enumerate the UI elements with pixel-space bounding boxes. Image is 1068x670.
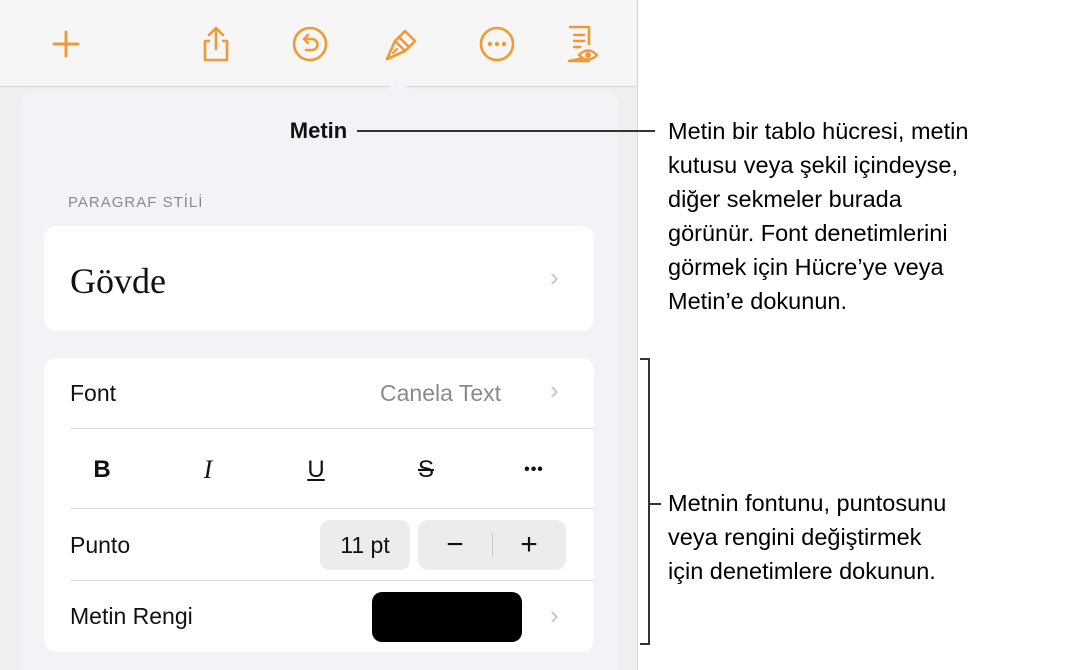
paintbrush-icon <box>385 29 417 61</box>
undo-button[interactable] <box>288 22 332 66</box>
divider <box>70 580 594 581</box>
bold-button[interactable]: B <box>72 450 132 490</box>
more-icon <box>479 26 515 62</box>
font-name-value[interactable]: Canela Text <box>380 380 501 407</box>
share-button[interactable] <box>194 22 238 66</box>
divider <box>70 508 594 509</box>
text-color-swatch[interactable] <box>372 592 522 642</box>
callout-line: görmek için Hücre’ye veya <box>668 254 944 280</box>
plus-icon <box>52 30 80 58</box>
callout-line: Metnin fontunu, puntosunu <box>668 490 947 516</box>
font-row-label: Font <box>70 380 117 406</box>
reading-view-icon <box>567 25 599 63</box>
pages-app-window: Metin PARAGRAF STİLİ Gövde › Font Canela… <box>0 0 638 670</box>
share-icon <box>203 26 229 62</box>
paragraph-style-row[interactable]: Gövde › <box>44 226 594 331</box>
callout-line: görünür. Font denetimlerini <box>668 220 948 246</box>
strikethrough-button[interactable]: S <box>396 450 456 490</box>
format-button[interactable] <box>380 22 424 66</box>
callout-line: Metin’e dokunun. <box>668 288 847 314</box>
text-color-row-label: Metin Rengi <box>70 603 193 629</box>
callout-bracket <box>648 358 650 644</box>
add-button[interactable] <box>44 22 88 66</box>
undo-icon <box>292 26 328 62</box>
font-size-stepper: − + <box>418 520 566 570</box>
callout-bracket-top <box>640 358 650 360</box>
italic-button[interactable]: I <box>178 450 238 490</box>
callout-bracket-tick <box>649 503 661 505</box>
callout-line: diğer sekmeler burada <box>668 186 902 212</box>
more-formatting-button[interactable]: ••• <box>504 450 564 490</box>
paragraph-style-value: Gövde <box>70 261 166 301</box>
reading-view-button[interactable] <box>560 22 604 66</box>
callout-line: kutusu veya şekil içindeyse, <box>668 152 958 178</box>
paragraph-style-section-label: PARAGRAF STİLİ <box>68 194 204 211</box>
underline-button[interactable]: U <box>286 450 346 490</box>
callout-bracket-bottom <box>640 643 650 645</box>
callout-line: Metin bir tablo hücresi, metin <box>668 118 969 144</box>
more-button[interactable] <box>475 22 519 66</box>
callout-text-font-controls: Metnin fontunu, puntosunu veya rengini d… <box>668 486 946 588</box>
callout-line: için denetimlere dokunun. <box>668 558 936 584</box>
chevron-right-icon: › <box>550 600 559 630</box>
chevron-right-icon: › <box>550 375 559 405</box>
size-row-label: Punto <box>70 532 131 558</box>
font-size-field[interactable]: 11 pt <box>320 520 410 570</box>
toolbar <box>0 0 636 87</box>
chevron-right-icon: › <box>550 262 559 292</box>
callout-line-title <box>357 130 655 132</box>
callout-line: veya rengini değiştirmek <box>668 524 922 550</box>
increase-size-button[interactable]: + <box>492 520 566 570</box>
callout-text-tabs: Metin bir tablo hücresi, metin kutusu ve… <box>668 114 968 318</box>
divider <box>70 428 594 429</box>
decrease-size-button[interactable]: − <box>418 520 492 570</box>
